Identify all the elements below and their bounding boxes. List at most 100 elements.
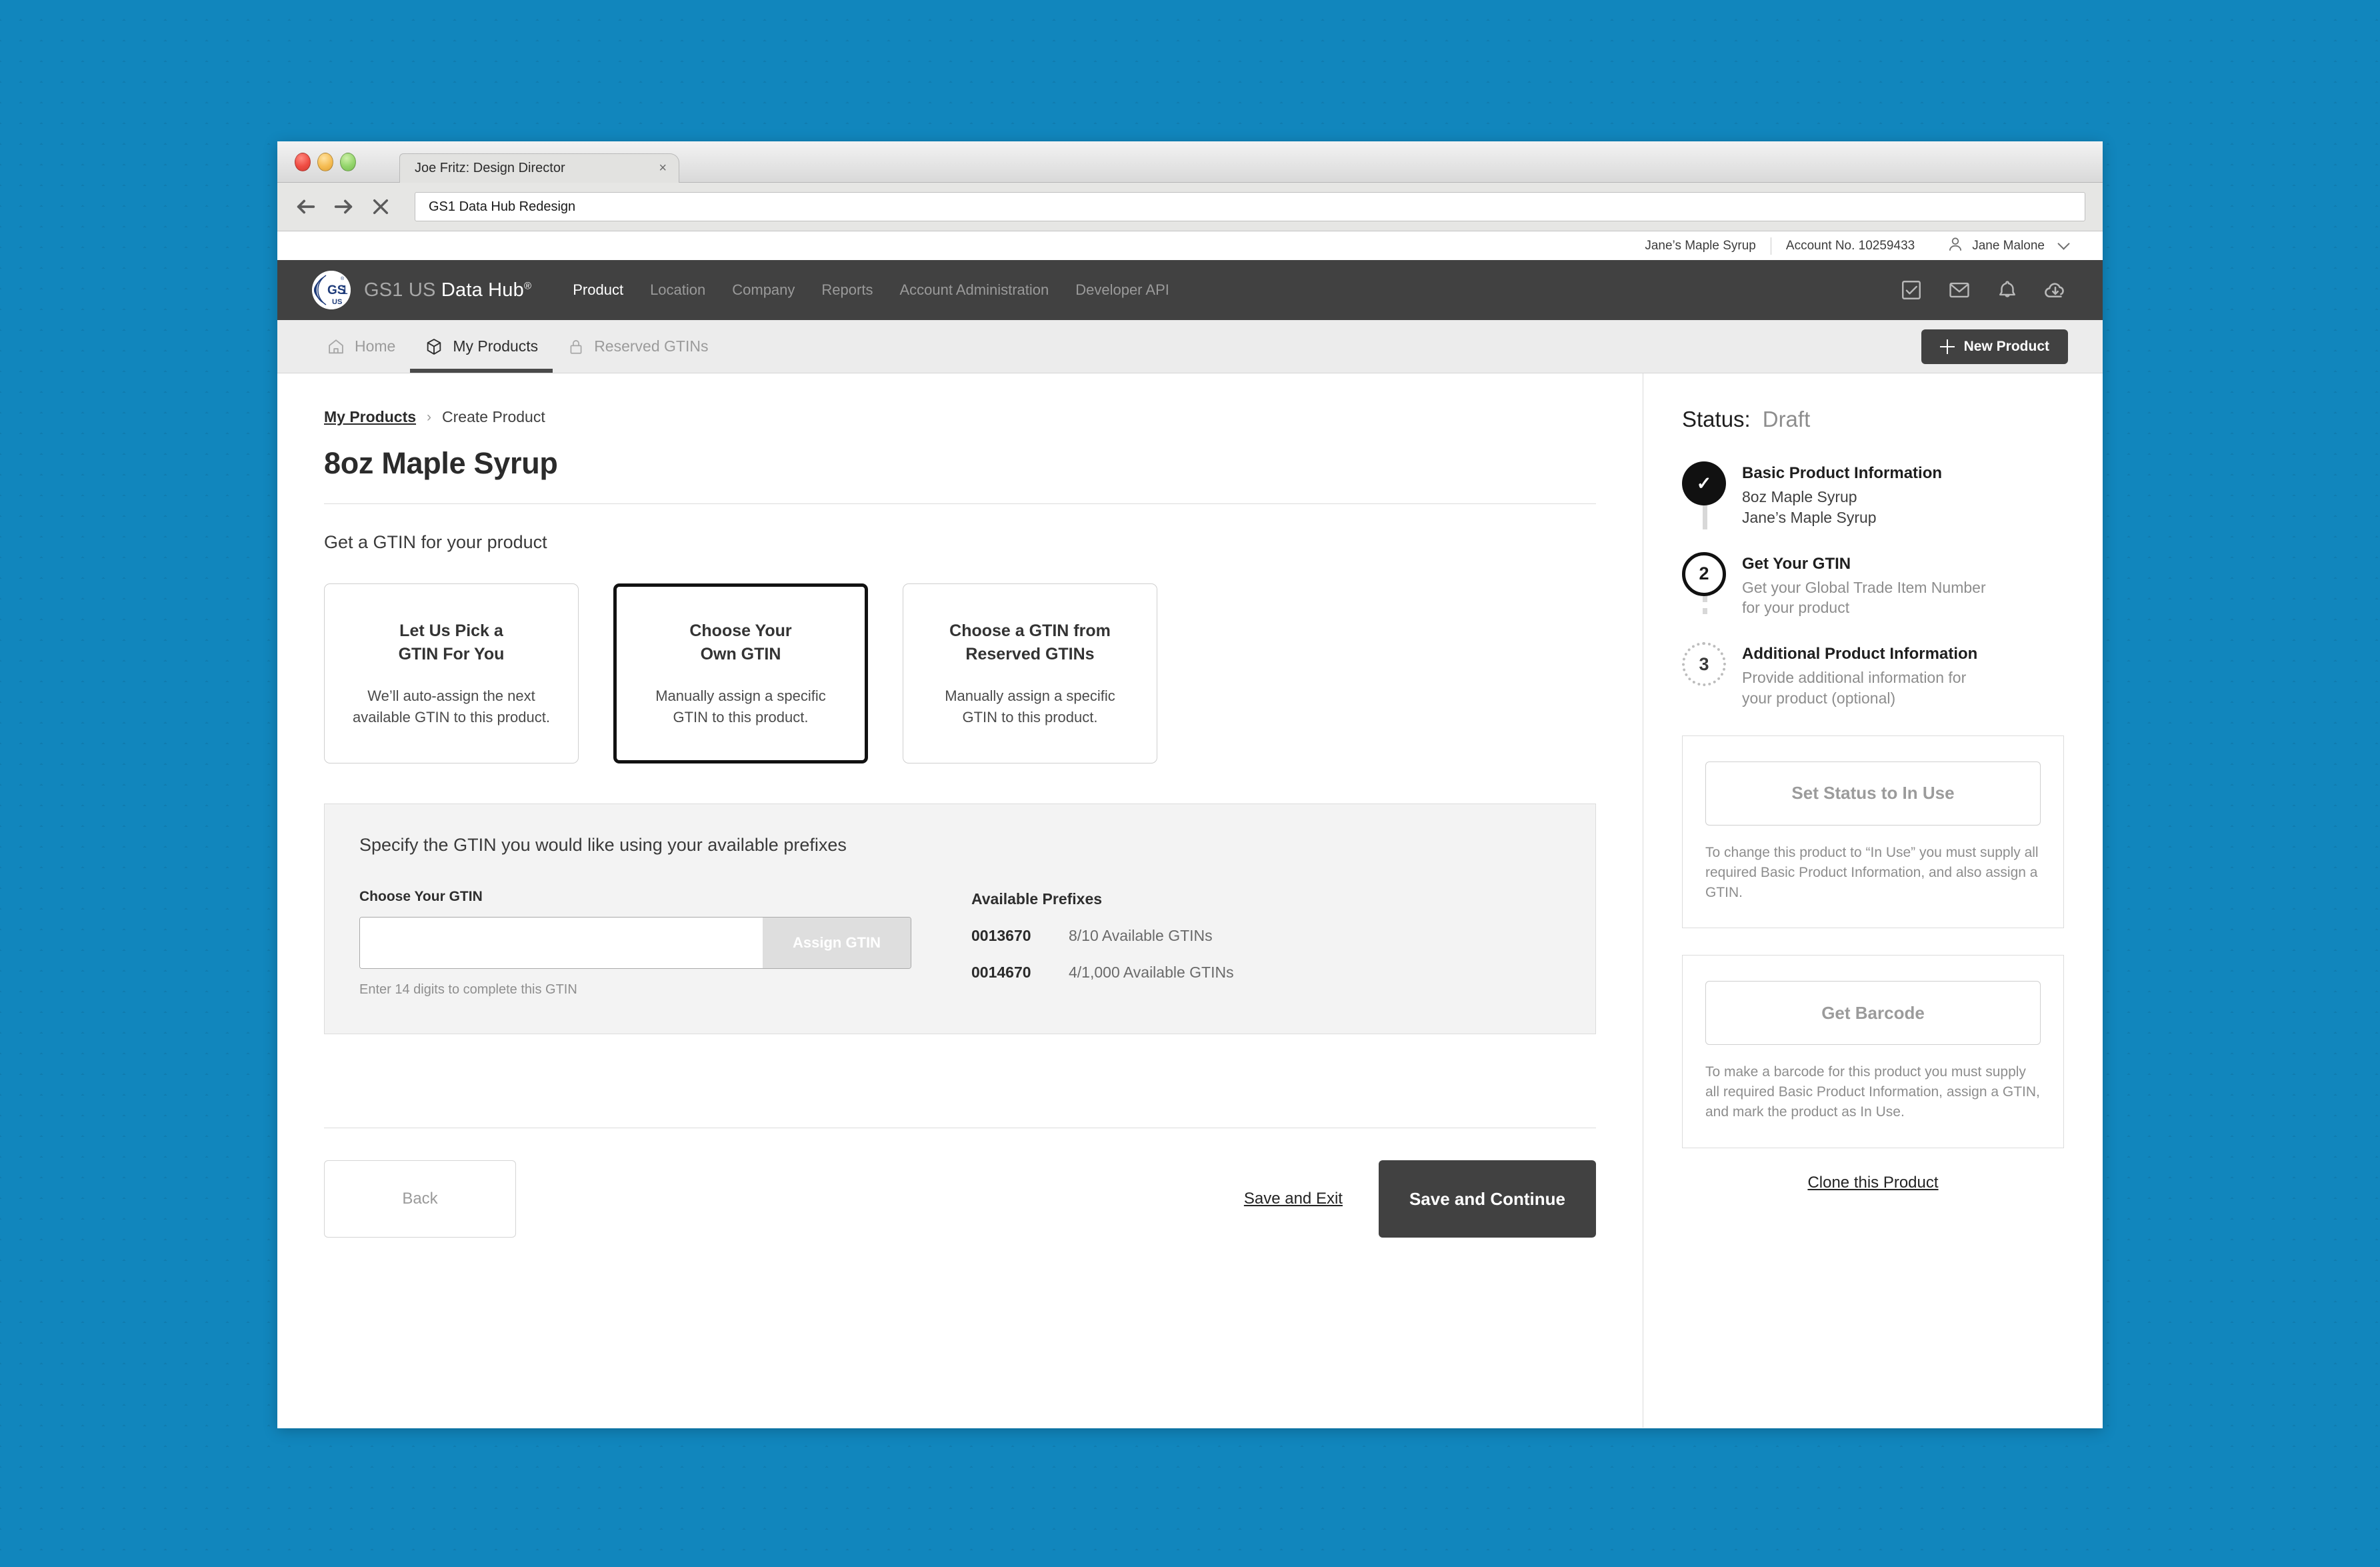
sidebar-item-my-products[interactable]: My Products: [410, 320, 553, 373]
nav-link-reports[interactable]: Reports: [821, 281, 873, 299]
footer-primary-actions: Save and Exit Save and Continue: [1244, 1160, 1596, 1238]
set-status-to-in-use-button[interactable]: Set Status to In Use: [1705, 761, 2041, 826]
lock-icon: [567, 338, 585, 355]
checkbox-check-icon[interactable]: [1899, 277, 1924, 303]
gtin-option-cards: Let Us Pick a GTIN For You We’ll auto-as…: [324, 583, 1596, 763]
sidebar-item-label: Reserved GTINs: [594, 337, 709, 355]
browser-tab[interactable]: Joe Fritz: Design Director ×: [399, 153, 679, 183]
footer-actions: Back Save and Exit Save and Continue: [324, 1160, 1596, 1238]
brand-logo[interactable]: GS 1 ® US GS1 US Data Hub®: [312, 271, 531, 309]
available-prefixes-column: Available Prefixes 0013670 8/10 Availabl…: [971, 889, 1234, 998]
brand-wordmark-prefix: GS1 US: [364, 279, 441, 301]
gtin-panel-row: Choose Your GTIN Assign GTIN Enter 14 di…: [359, 889, 1561, 998]
step-title: Basic Product Information: [1742, 464, 1943, 482]
gtin-field-label: Choose Your GTIN: [359, 889, 483, 904]
gtin-input-hint: Enter 14 digits to complete this GTIN: [359, 982, 577, 997]
browser-titlebar: Joe Fritz: Design Director ×: [277, 141, 2103, 183]
envelope-icon[interactable]: [1947, 277, 1972, 303]
maximize-window-button[interactable]: [340, 153, 356, 171]
arrow-right-icon[interactable]: [332, 195, 355, 218]
status-line: Status: Draft: [1682, 407, 2064, 432]
user-menu[interactable]: Jane Malone: [1929, 235, 2070, 257]
prefix-row[interactable]: 0014670 4/1,000 Available GTINs: [971, 964, 1234, 982]
account-number: Account No. 10259433: [1785, 238, 1915, 253]
account-company: Jane’s Maple Syrup: [1645, 238, 1756, 253]
status-label: Status:: [1682, 407, 1751, 431]
gtin-specify-panel: Specify the GTIN you would like using yo…: [324, 804, 1596, 1034]
step-subtitle: Get your Global Trade Item Number for yo…: [1742, 577, 1986, 619]
prefix-code: 0014670: [971, 964, 1031, 981]
nav-link-company[interactable]: Company: [732, 281, 795, 299]
option-card-let-us-pick[interactable]: Let Us Pick a GTIN For You We’ll auto-as…: [324, 583, 579, 763]
save-and-exit-link[interactable]: Save and Exit: [1244, 1190, 1343, 1208]
step-subtitle-line2: Jane’s Maple Syrup: [1742, 508, 1877, 526]
new-product-button[interactable]: New Product: [1921, 329, 2068, 364]
get-barcode-card-note: To make a barcode for this product you m…: [1705, 1064, 2040, 1120]
assign-gtin-button[interactable]: Assign GTIN: [763, 918, 911, 968]
get-barcode-button[interactable]: Get Barcode: [1705, 981, 2041, 1046]
step-subtitle-line2: for your product: [1742, 599, 1850, 617]
step-connector: [1703, 595, 1707, 620]
option-card-choose-own[interactable]: Choose Your Own GTIN Manually assign a s…: [613, 583, 868, 763]
option-card-desc-line1: Manually assign a specific: [655, 687, 826, 705]
option-card-title-line2: Reserved GTINs: [965, 644, 1095, 663]
sidebar-item-reserved-gtins[interactable]: Reserved GTINs: [553, 320, 723, 373]
step-subtitle-line2: your product (optional): [1742, 689, 1896, 707]
bell-icon[interactable]: [1995, 277, 2020, 303]
available-prefixes-heading: Available Prefixes: [971, 890, 1103, 908]
sidebar-item-label: Home: [355, 337, 396, 355]
option-card-title-line1: Choose Your: [689, 621, 792, 641]
breadcrumb: My Products › Create Product: [324, 408, 1596, 426]
step-basic-product-information[interactable]: ✓ Basic Product Information 8oz Maple Sy…: [1682, 461, 2064, 552]
option-card-description: Manually assign a specific GTIN to this …: [945, 685, 1115, 727]
page-title: 8oz Maple Syrup: [324, 446, 558, 480]
prefix-availability: 4/1,000 Available GTINs: [1069, 964, 1234, 981]
option-card-from-reserved[interactable]: Choose a GTIN from Reserved GTINs Manual…: [903, 583, 1157, 763]
content-area: My Products › Create Product 8oz Maple S…: [277, 373, 2103, 1428]
clone-this-product-link[interactable]: Clone this Product: [1682, 1174, 2064, 1192]
address-bar-value: GS1 Data Hub Redesign: [429, 199, 576, 214]
nav-link-product[interactable]: Product: [573, 281, 623, 299]
step-additional-product-information[interactable]: 3 Additional Product Information Provide…: [1682, 642, 2064, 709]
browser-tab-title: Joe Fritz: Design Director: [415, 161, 565, 175]
save-and-continue-button[interactable]: Save and Continue: [1378, 1160, 1596, 1238]
cloud-download-icon[interactable]: [2043, 277, 2068, 303]
close-window-button[interactable]: [295, 153, 311, 171]
option-card-desc-line1: Manually assign a specific: [945, 687, 1115, 705]
option-card-title: Choose a GTIN from Reserved GTINs: [949, 619, 1111, 665]
nav-link-developer-api[interactable]: Developer API: [1075, 281, 1169, 299]
step-title: Additional Product Information: [1742, 645, 1978, 663]
svg-text:1: 1: [341, 283, 348, 297]
primary-navigation: GS 1 ® US GS1 US Data Hub® Product Locat…: [277, 260, 2103, 320]
browser-window: Joe Fritz: Design Director × GS1 Data Hu…: [277, 141, 2103, 1428]
chevron-down-icon[interactable]: [2057, 237, 2070, 250]
close-icon[interactable]: [369, 195, 392, 218]
primary-nav-links: Product Location Company Reports Account…: [573, 281, 1169, 299]
nav-link-location[interactable]: Location: [650, 281, 705, 299]
home-icon: [327, 337, 345, 356]
step-connector: [1703, 505, 1707, 529]
prefix-row[interactable]: 0013670 8/10 Available GTINs: [971, 927, 1234, 945]
progress-stepper: ✓ Basic Product Information 8oz Maple Sy…: [1682, 461, 2064, 709]
back-button[interactable]: Back: [324, 1160, 516, 1238]
address-bar[interactable]: GS1 Data Hub Redesign: [415, 192, 2085, 221]
tab-close-icon[interactable]: ×: [651, 161, 667, 176]
breadcrumb-parent-link[interactable]: My Products: [324, 408, 416, 426]
avatar-icon: [1947, 235, 1964, 257]
sidebar-item-home[interactable]: Home: [312, 320, 410, 373]
gtin-input-column: Choose Your GTIN Assign GTIN Enter 14 di…: [359, 889, 946, 998]
step-get-your-gtin[interactable]: 2 Get Your GTIN Get your Global Trade It…: [1682, 551, 2064, 643]
status-badge: Draft: [1762, 407, 1811, 431]
step-subtitle-line1: Provide additional information for: [1742, 669, 1967, 687]
get-barcode-card: Get Barcode To make a barcode for this p…: [1682, 955, 2064, 1148]
gtin-input[interactable]: [360, 918, 763, 968]
arrow-left-icon[interactable]: [295, 195, 317, 218]
step-marker: 2: [1682, 551, 1733, 620]
sidebar-item-label: My Products: [453, 337, 539, 355]
step-marker: ✓: [1682, 461, 1733, 529]
prefix-availability: 8/10 Available GTINs: [1069, 927, 1213, 944]
nav-link-account-administration[interactable]: Account Administration: [899, 281, 1049, 299]
gs1-logo-icon: GS 1 ® US: [312, 271, 351, 309]
minimize-window-button[interactable]: [317, 153, 333, 171]
option-card-title: Let Us Pick a GTIN For You: [399, 619, 505, 665]
